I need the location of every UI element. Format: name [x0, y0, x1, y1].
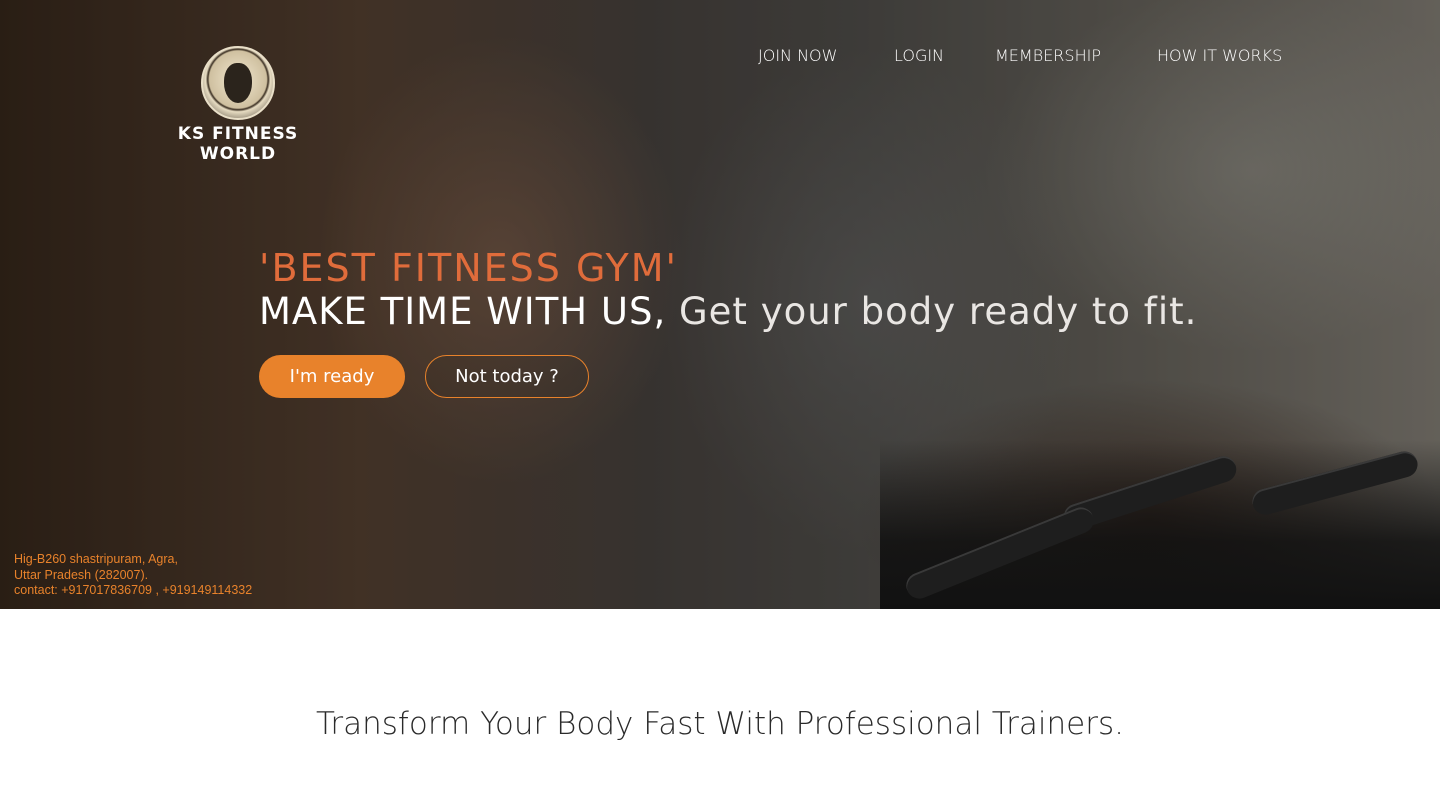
nav-join-now[interactable]: JOIN NOW	[758, 46, 837, 65]
section-tagline: Transform Your Body Fast With Profession…	[316, 706, 1124, 742]
king-medallion-icon	[201, 46, 275, 120]
hero-banner: KS FITNESS WORLD JOIN NOW LOGIN MEMBERSH…	[0, 0, 1440, 609]
not-today-button[interactable]: Not today ?	[425, 355, 589, 398]
nav-login[interactable]: LOGIN	[894, 46, 944, 65]
address-line-2: Uttar Pradesh (282007).	[14, 567, 149, 582]
brand-name: KS FITNESS WORLD	[177, 124, 299, 164]
im-ready-button[interactable]: I'm ready	[259, 355, 405, 398]
hero-headline-main: MAKE TIME WITH US,	[259, 290, 667, 333]
hero-main-headline: MAKE TIME WITH US, Get your body ready t…	[259, 290, 1197, 333]
nav-membership[interactable]: MEMBERSHIP	[995, 46, 1101, 65]
king-face-icon	[224, 63, 252, 103]
address-contact: contact: +917017836709 , +919149114332	[14, 583, 253, 597]
contact-address: Hig-B260 shastripuram, Agra, Uttar Prade…	[14, 552, 252, 599]
hero-accent-headline: 'BEST FITNESS GYM'	[259, 246, 678, 290]
brand-logo[interactable]: KS FITNESS WORLD	[137, 46, 339, 164]
address-line-1: Hig-B260 shastripuram, Agra,	[14, 552, 178, 566]
nav-how-it-works[interactable]: HOW IT WORKS	[1157, 46, 1282, 65]
hero-headline-sub: Get your body ready to fit.	[666, 290, 1198, 333]
